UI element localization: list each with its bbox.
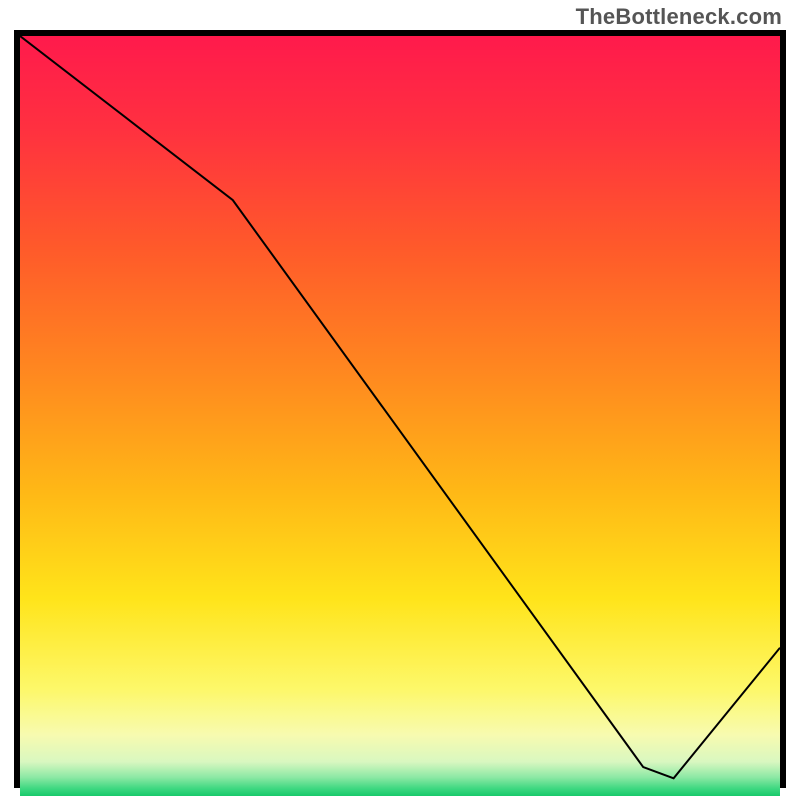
chart-stage: TheBottleneck.com [0, 0, 800, 800]
bottleneck-curve [20, 36, 780, 782]
watermark-text: TheBottleneck.com [576, 4, 782, 30]
plot-frame [14, 30, 786, 788]
plot-area [20, 36, 780, 782]
